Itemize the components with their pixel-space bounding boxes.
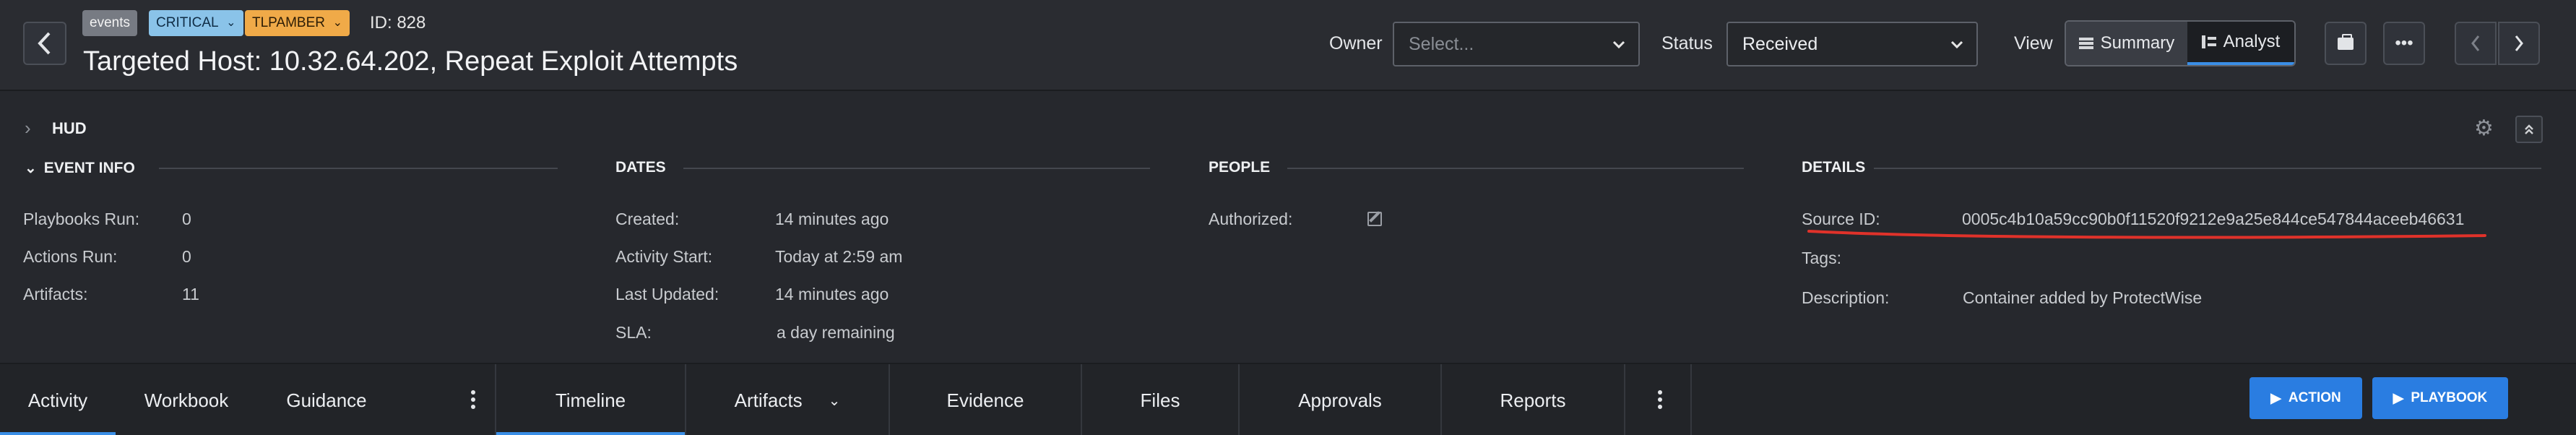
action-label: ACTION [2288, 390, 2341, 405]
tab-artifacts[interactable]: Artifacts ⌄ [686, 364, 889, 435]
action-button[interactable]: ▶ ACTION [2249, 377, 2362, 419]
tags-label: Tags: [1802, 249, 1841, 267]
last-updated-label: Last Updated: [615, 285, 719, 303]
created-value: 14 minutes ago [775, 210, 889, 228]
back-button[interactable] [23, 22, 66, 65]
play-icon: ▶ [2270, 390, 2281, 406]
tab-workbook[interactable]: Workbook [123, 364, 250, 435]
tab-approvals[interactable]: Approvals [1240, 364, 1440, 435]
description-label: Description: [1802, 288, 1890, 307]
tlp-label: TLPAMBER [252, 15, 326, 30]
gear-icon[interactable]: ⚙ [2474, 116, 2494, 141]
right-tabs-menu-icon[interactable] [1658, 390, 1662, 409]
chevron-down-icon: ⌄ [25, 160, 37, 176]
ellipsis-icon: ••• [2395, 33, 2413, 53]
list-icon [2201, 35, 2216, 48]
tab-timeline[interactable]: Timeline [496, 364, 685, 435]
hud-bar: › HUD ⚙ [0, 110, 2576, 146]
summary-label: Summary [2100, 33, 2175, 53]
edit-icon[interactable] [1367, 212, 1382, 226]
container-header: events CRITICAL ⌄ TLPAMBER ⌄ ID: 828 Targe… [0, 0, 2576, 91]
tab-reports[interactable]: Reports [1442, 364, 1624, 435]
activity-start-label: Activity Start: [615, 247, 713, 266]
owner-label: Owner [1329, 33, 1383, 53]
left-tabs-menu-icon[interactable] [471, 390, 475, 409]
sla-value: a day remaining [777, 323, 895, 342]
summary-icon [2078, 38, 2093, 49]
severity-label: CRITICAL [156, 15, 219, 30]
severity-badge[interactable]: CRITICAL ⌄ [149, 10, 243, 36]
view-toggle: Summary Analyst [2065, 20, 2296, 66]
playbooks-run-value: 0 [182, 210, 191, 228]
event-info-toggle[interactable]: ⌄ EVENT INFO [25, 159, 135, 177]
divider [1287, 168, 1744, 169]
play-icon: ▶ [2393, 390, 2404, 406]
next-event-button[interactable] [2498, 22, 2540, 65]
chevron-down-icon [1950, 23, 1963, 65]
playbooks-run-label: Playbooks Run: [23, 210, 140, 228]
divider [159, 168, 558, 169]
analyst-label: Analyst [2223, 32, 2281, 51]
tab-artifacts-label: Artifacts [734, 389, 803, 411]
annotation-underline [1807, 230, 2486, 239]
artifacts-value: 11 [182, 285, 199, 303]
event-id: ID: 828 [370, 13, 426, 33]
description-value: Container added by ProtectWise [1963, 288, 2203, 307]
created-label: Created: [615, 210, 680, 228]
actions-run-value: 0 [182, 247, 191, 266]
playbook-button[interactable]: ▶ PLAYBOOK [2372, 377, 2508, 419]
details-title: DETAILS [1802, 159, 1866, 176]
tab-guidance[interactable]: Guidance [257, 364, 396, 435]
authorized-label: Authorized: [1209, 210, 1293, 228]
chevron-down-icon: ⌄ [828, 392, 841, 409]
dates-title: DATES [615, 159, 666, 176]
people-title: PEOPLE [1209, 159, 1271, 176]
event-info-title: EVENT INFO [43, 160, 135, 176]
page-title: Targeted Host: 10.32.64.202, Repeat Expl… [83, 46, 738, 77]
playbook-label: PLAYBOOK [2411, 390, 2488, 405]
status-label: Status [1661, 33, 1713, 53]
summary-view-button[interactable]: Summary [2066, 22, 2187, 65]
chevron-right-icon [2515, 35, 2523, 51]
tab-bar: Activity Workbook Guidance Timeline Arti… [0, 363, 2576, 435]
more-options-button[interactable]: ••• [2383, 22, 2425, 65]
previous-event-button[interactable] [2455, 22, 2497, 65]
chevron-left-icon [38, 32, 51, 55]
status-select[interactable]: Received [1726, 22, 1978, 66]
analyst-view-button[interactable]: Analyst [2187, 22, 2294, 65]
view-label: View [2014, 33, 2053, 53]
chevron-left-icon [2471, 35, 2480, 51]
activity-start-value: Today at 2:59 am [775, 247, 903, 266]
source-id-value: 0005c4b10a59cc90b0f11520f9212e9a25e844ce… [1962, 210, 2465, 228]
actions-run-label: Actions Run: [23, 247, 118, 266]
briefcase-icon [2338, 33, 2354, 50]
divider [1624, 364, 1625, 435]
artifacts-label: Artifacts: [23, 285, 88, 303]
source-id-label: Source ID: [1802, 210, 1880, 228]
case-button[interactable] [2325, 22, 2367, 65]
double-chevron-up-icon [2525, 124, 2533, 134]
sla-label: SLA: [615, 323, 652, 342]
tab-evidence[interactable]: Evidence [890, 364, 1081, 435]
chevron-down-icon: ⌄ [226, 17, 236, 29]
owner-placeholder: Select... [1409, 34, 1474, 54]
status-value: Received [1742, 34, 1818, 54]
events-badge[interactable]: events [82, 10, 137, 36]
chevron-down-icon [1612, 23, 1625, 65]
divider [1874, 168, 2541, 169]
divider [683, 168, 1150, 169]
tab-activity[interactable]: Activity [0, 364, 116, 435]
hud-toggle[interactable]: HUD [52, 119, 87, 138]
tlp-badge[interactable]: TLPAMBER ⌄ [245, 10, 350, 36]
collapse-button[interactable] [2515, 116, 2543, 143]
divider [1690, 364, 1692, 435]
owner-select[interactable]: Select... [1393, 22, 1640, 66]
chevron-right-icon[interactable]: › [25, 117, 31, 139]
chevron-down-icon: ⌄ [332, 17, 343, 29]
tab-files[interactable]: Files [1082, 364, 1238, 435]
last-updated-value: 14 minutes ago [775, 285, 889, 303]
